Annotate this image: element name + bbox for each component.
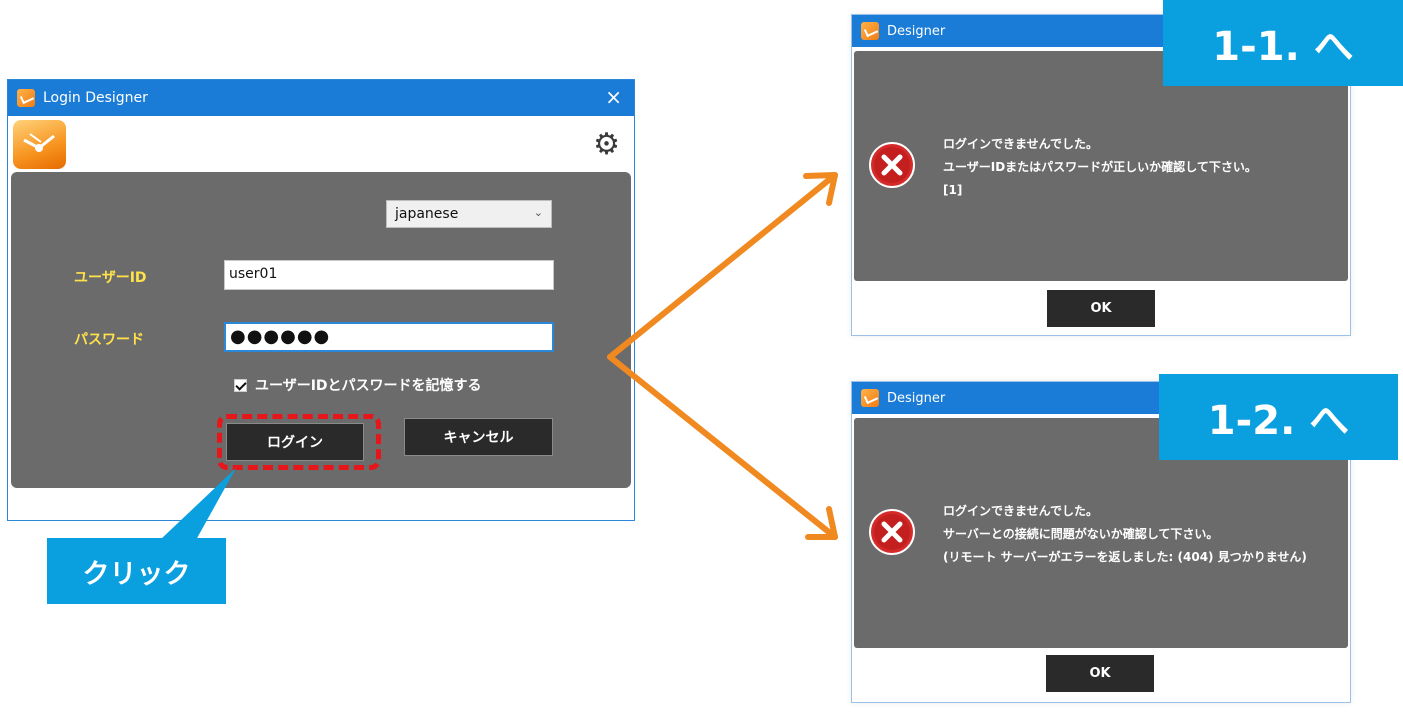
- arrow-to-dialog2: [607, 354, 838, 540]
- dialog2-title: Designer: [887, 390, 946, 406]
- dialog2-message-line: (リモート サーバーがエラーを返しました: (404) 見つかりません): [943, 550, 1307, 564]
- dialog2-ok-button[interactable]: OK: [1046, 655, 1154, 692]
- error-icon: [869, 509, 915, 555]
- app-icon: [861, 389, 879, 407]
- error-icon: [869, 142, 915, 188]
- dialog1-message-line: [1]: [943, 183, 963, 197]
- step-badge-1-2: 1-2. へ: [1159, 374, 1398, 460]
- dialog2-message-line: サーバーとの接続に問題がないか確認して下さい。: [943, 527, 1219, 541]
- dialog2-message: ログインできませんでした。 サーバーとの接続に問題がないか確認して下さい。 (リ…: [943, 500, 1307, 569]
- dialog1-message-line: ユーザーIDまたはパスワードが正しいか確認して下さい。: [943, 160, 1257, 174]
- app-icon: [861, 22, 879, 40]
- dialog1-ok-button[interactable]: OK: [1047, 290, 1155, 327]
- arrow-to-dialog1: [607, 172, 838, 360]
- dialog1-message: ログインできませんでした。 ユーザーIDまたはパスワードが正しいか確認して下さい…: [943, 133, 1257, 202]
- dialog1-message-line: ログインできませんでした。: [943, 137, 1099, 151]
- dialog2-message-line: ログインできませんでした。: [943, 504, 1099, 518]
- dialog1-title: Designer: [887, 23, 946, 39]
- step-badge-1-1: 1-1. へ: [1163, 0, 1403, 86]
